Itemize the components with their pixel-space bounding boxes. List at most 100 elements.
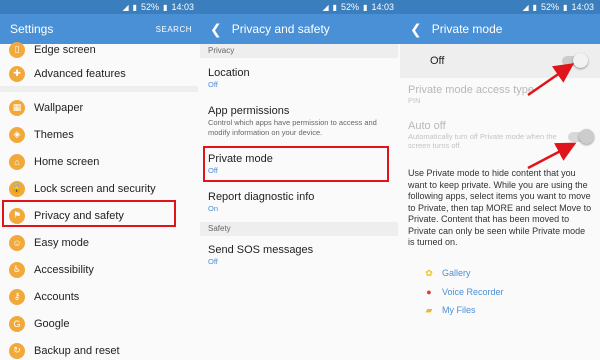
settings-item[interactable]: ▦ Wallpaper xyxy=(0,94,198,121)
settings-item-label: Edge screen xyxy=(34,43,96,56)
home-screen-icon: ⌂ xyxy=(9,153,25,170)
google-icon: G xyxy=(9,315,25,332)
supported-app-label: Gallery xyxy=(442,268,471,278)
settings-item[interactable]: G Google xyxy=(0,310,198,337)
back-arrow-icon[interactable]: ❮ xyxy=(410,21,422,38)
report-diagnostic-value: On xyxy=(208,204,219,213)
report-diagnostic-title: Report diagnostic info xyxy=(208,191,315,203)
private-mode-app-bar: ❮ Private mode xyxy=(400,14,600,44)
page-title: Private mode xyxy=(431,22,503,36)
supported-app-label: Voice Recorder xyxy=(442,287,504,297)
battery-level: 52% xyxy=(141,2,160,12)
divider xyxy=(0,86,198,92)
access-type-title: Private mode access type xyxy=(408,84,534,96)
settings-item-label: Accounts xyxy=(34,290,80,303)
supported-app-label: My Files xyxy=(442,305,476,315)
signal-icon: ▮ xyxy=(132,2,138,12)
settings-item[interactable]: ⌂ Home screen xyxy=(0,148,198,175)
accounts-icon: ⚷ xyxy=(9,288,25,305)
privacy-app-bar: ❮ Privacy and safety xyxy=(200,14,400,44)
voice-recorder-icon: ● xyxy=(426,287,432,297)
supported-app-item: ✿ Gallery xyxy=(422,264,471,282)
status-bar: ◢ ▮ 52% ▮ 14:03 xyxy=(0,0,200,14)
settings-item[interactable]: ✚ Advanced features xyxy=(0,60,198,87)
private-mode-description: Use Private mode to hide content that yo… xyxy=(408,168,592,247)
settings-item[interactable]: ▯ Edge screen xyxy=(0,36,198,63)
battery-icon: ▮ xyxy=(563,2,568,12)
settings-item-label: Lock screen and security xyxy=(34,182,156,195)
settings-item[interactable]: ◈ Themes xyxy=(0,121,198,148)
battery-icon: ▮ xyxy=(163,2,168,12)
clock: 14:03 xyxy=(171,2,194,12)
send-sos-value: Off xyxy=(208,257,218,266)
wifi-icon: ◢ xyxy=(322,2,329,12)
access-type-value: PIN xyxy=(408,96,421,105)
highlight-box-privacy xyxy=(2,200,176,227)
clock: 14:03 xyxy=(371,2,394,12)
app-permissions-option[interactable]: App permissions Control which apps have … xyxy=(208,104,393,138)
master-switch-label: Off xyxy=(430,55,445,67)
my-files-icon: ▰ xyxy=(425,304,433,315)
search-button[interactable]: SEARCH xyxy=(156,25,192,34)
edge-screen-icon: ▯ xyxy=(9,41,25,58)
status-bar: ◢ ▮ 52% ▮ 14:03 xyxy=(400,0,600,14)
access-type-option[interactable]: Private mode access type PIN xyxy=(408,84,592,105)
wifi-icon: ◢ xyxy=(522,2,529,12)
master-switch-bar[interactable]: Off xyxy=(400,44,600,78)
clock: 14:03 xyxy=(571,2,594,12)
settings-item-label: Home screen xyxy=(34,155,100,168)
highlight-box-private-mode xyxy=(203,146,389,182)
settings-item-label: Accessibility xyxy=(34,263,94,276)
battery-level: 52% xyxy=(341,2,360,12)
section-header-safety: Safety xyxy=(200,222,398,236)
toggle-knob xyxy=(579,129,594,144)
gallery-icon: ✿ xyxy=(425,267,433,278)
app-permissions-title: App permissions xyxy=(208,105,290,117)
settings-item-label: Google xyxy=(34,317,70,330)
settings-item-label: Themes xyxy=(34,128,74,141)
lock-icon: 🔒 xyxy=(9,180,25,197)
settings-item-label: Backup and reset xyxy=(34,344,120,357)
auto-off-toggle[interactable] xyxy=(568,129,594,144)
settings-item[interactable]: ♿ Accessibility xyxy=(0,256,198,283)
app-permissions-desc: Control which apps have permission to ac… xyxy=(208,118,377,137)
accessibility-icon: ♿ xyxy=(9,261,25,278)
signal-icon: ▮ xyxy=(532,2,538,12)
easy-mode-icon: ☺ xyxy=(9,234,25,251)
backup-icon: ↻ xyxy=(9,342,25,359)
supported-app-item: ▰ My Files xyxy=(422,301,476,319)
settings-item[interactable]: 🔒 Lock screen and security xyxy=(0,175,198,202)
location-title: Location xyxy=(208,67,250,79)
private-mode-toggle[interactable] xyxy=(562,53,588,68)
toggle-knob xyxy=(573,53,588,68)
battery-icon: ▮ xyxy=(363,2,368,12)
settings-item[interactable]: ⚷ Accounts xyxy=(0,283,198,310)
send-sos-title: Send SOS messages xyxy=(208,244,314,256)
send-sos-option[interactable]: Send SOS messages Off xyxy=(208,243,393,267)
page-title: Settings xyxy=(10,22,54,36)
advanced-features-icon: ✚ xyxy=(9,65,25,82)
settings-item-label: Wallpaper xyxy=(34,101,84,114)
themes-icon: ◈ xyxy=(9,126,25,143)
page-title: Privacy and safety xyxy=(231,22,330,36)
settings-panel: ◢ ▮ 52% ▮ 14:03 Settings SEARCH ▯ Edge sc… xyxy=(0,0,202,360)
wallpaper-icon: ▦ xyxy=(9,99,25,116)
status-bar: ◢ ▮ 52% ▮ 14:03 xyxy=(200,0,400,14)
supported-app-item: ● Voice Recorder xyxy=(422,283,504,301)
settings-item[interactable]: ↻ Backup and reset xyxy=(0,337,198,360)
auto-off-option[interactable]: Auto off Automatically turn off Private … xyxy=(408,120,592,150)
location-option[interactable]: Location Off xyxy=(208,66,393,90)
settings-item-label: Advanced features xyxy=(34,67,126,80)
auto-off-desc: Automatically turn off Private mode when… xyxy=(408,132,557,150)
back-arrow-icon[interactable]: ❮ xyxy=(210,21,222,38)
report-diagnostic-option[interactable]: Report diagnostic info On xyxy=(208,190,393,214)
location-value: Off xyxy=(208,80,218,89)
wifi-icon: ◢ xyxy=(122,2,129,12)
signal-icon: ▮ xyxy=(332,2,338,12)
settings-item[interactable]: ☺ Easy mode xyxy=(0,229,198,256)
private-mode-panel: ◢ ▮ 52% ▮ 14:03 ❮ Private mode Off Priva… xyxy=(400,0,600,360)
battery-level: 52% xyxy=(541,2,560,12)
section-header-privacy: Privacy xyxy=(200,44,398,58)
settings-item-label: Easy mode xyxy=(34,236,90,249)
auto-off-title: Auto off xyxy=(408,120,446,132)
